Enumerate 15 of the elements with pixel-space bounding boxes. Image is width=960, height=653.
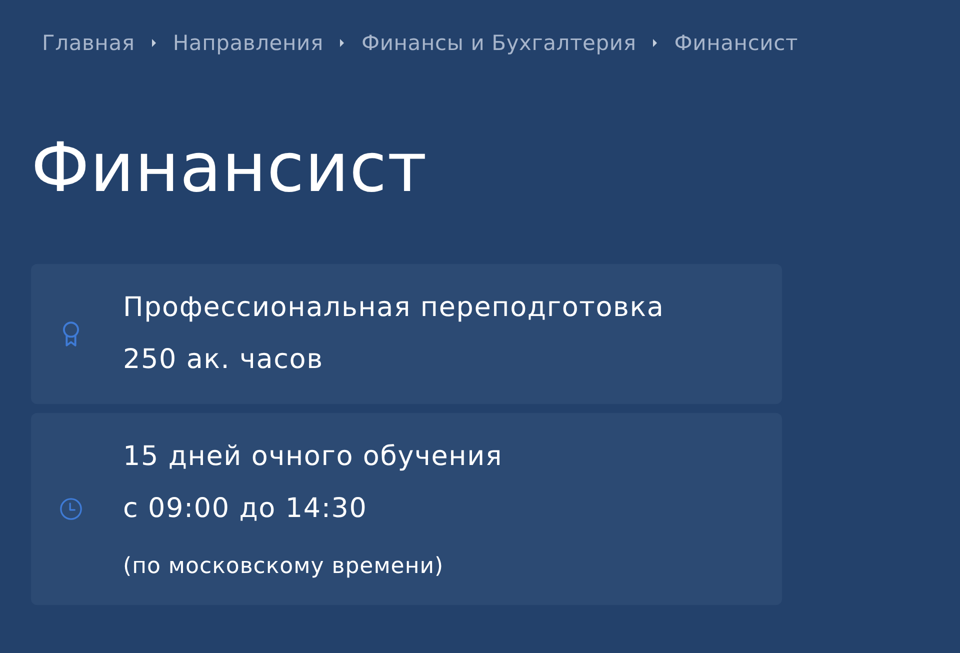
info-text: Профессиональная переподготовка	[123, 291, 664, 325]
clock-icon	[60, 496, 82, 522]
caret-icon	[653, 39, 658, 47]
caret-icon	[152, 39, 156, 47]
page-title: Финансист	[31, 128, 428, 210]
caret-icon	[340, 39, 344, 47]
breadcrumb-link[interactable]: Главная	[42, 30, 135, 56]
info-text: с 09:00 до 14:30	[123, 492, 368, 526]
breadcrumb-link[interactable]: Финансист	[674, 30, 798, 56]
breadcrumb-link[interactable]: Финансы и Бухгалтерия	[361, 30, 636, 56]
info-text: 15 дней очного обучения	[123, 440, 502, 474]
info-text: 250 ак. часов	[123, 343, 324, 377]
note-text: (по московскому времени)	[123, 553, 445, 581]
award-ribbon-icon	[60, 321, 82, 347]
breadcrumb-link[interactable]: Направления	[172, 30, 324, 56]
